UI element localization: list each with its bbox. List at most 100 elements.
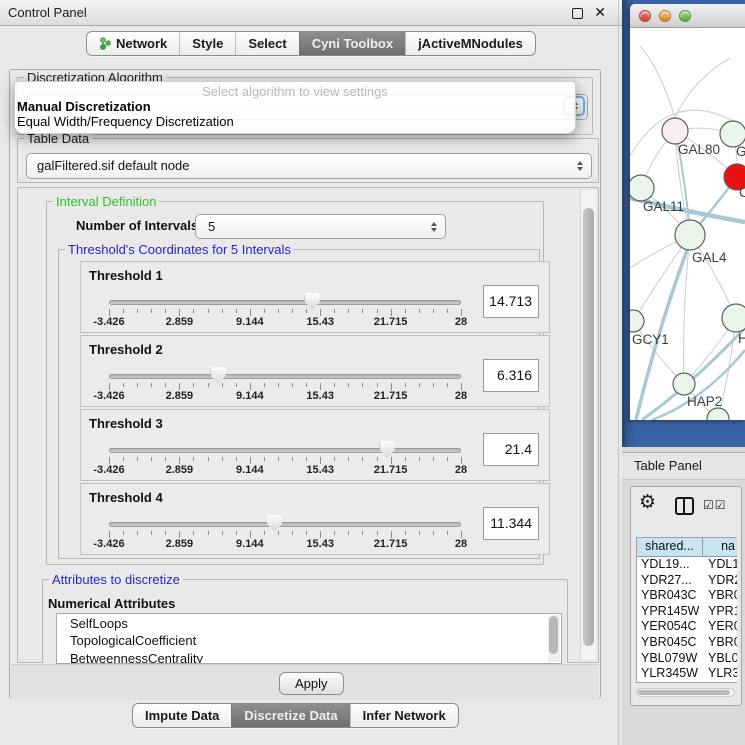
table-row[interactable]: YBR045CYBR0 xyxy=(637,635,737,651)
column-header-1[interactable]: shared... xyxy=(637,538,703,556)
table-row[interactable]: YLR345WYLR3 xyxy=(637,666,737,682)
column-header-2[interactable]: na xyxy=(703,538,737,556)
network-node-gal11[interactable] xyxy=(630,175,654,201)
panel-divider xyxy=(618,0,619,745)
table-cell: YIL0 xyxy=(703,682,737,683)
table-cell: YBL0 xyxy=(703,651,737,667)
list-scrollbar-thumb[interactable] xyxy=(549,616,558,654)
table-cell: YBR0 xyxy=(703,635,737,651)
table-cell: YPR1 xyxy=(703,604,737,620)
network-edge[interactable] xyxy=(675,58,730,118)
network-window[interactable]: GAL80GACGAL11GAL4GCY1HHAP2 xyxy=(630,4,745,420)
network-node[interactable] xyxy=(707,408,729,420)
tab-select[interactable]: Select xyxy=(235,32,298,55)
algorithm-option-0[interactable]: Manual Discretization xyxy=(15,99,575,114)
float-window-icon[interactable] xyxy=(572,8,583,19)
tab-label: Network xyxy=(116,36,167,51)
close-icon[interactable]: ✕ xyxy=(594,5,606,19)
tab-impute-data[interactable]: Impute Data xyxy=(133,704,231,727)
network-node-gal80[interactable] xyxy=(662,118,688,144)
table-row[interactable]: YDL19...YDL1 xyxy=(637,557,737,573)
table-panel: ⚙ ☑☑ shared...naYDL19...YDL1YDR27...YDR2… xyxy=(630,486,742,706)
split-columns-icon[interactable] xyxy=(675,497,694,515)
network-node-label: GAL4 xyxy=(692,250,727,265)
table-header-row: shared...na xyxy=(637,538,737,557)
attribute-list-item[interactable]: TopologicalCoefficient xyxy=(70,632,561,649)
number-of-intervals-combobox[interactable]: 5 xyxy=(195,214,446,239)
table-cell: YDR27... xyxy=(637,573,703,589)
table-cell: YLR345W xyxy=(637,666,703,682)
table-data-group: Table Data galFiltered.sif default node xyxy=(17,138,599,183)
table-data-value: galFiltered.sif default node xyxy=(37,158,189,173)
tab-jactivemnodules[interactable]: jActiveMNodules xyxy=(405,32,535,55)
table-cell: YBR045C xyxy=(637,635,703,651)
attributes-group-title: Attributes to discretize xyxy=(49,572,183,587)
table-cell: YLR3 xyxy=(703,666,737,682)
settings-scroll-group: Interval Definition Number of Intervals … xyxy=(17,187,599,663)
network-node-gal4[interactable] xyxy=(675,220,705,250)
tab-cyni-toolbox[interactable]: Cyni Toolbox xyxy=(299,32,405,55)
tab-label: jActiveMNodules xyxy=(418,36,523,51)
network-node-gcy1[interactable] xyxy=(630,310,644,332)
attribute-list-item[interactable]: BetweennessCentrality xyxy=(70,650,561,664)
panel-title: Control Panel xyxy=(8,5,87,20)
table-row[interactable]: YIL052CYIL0 xyxy=(637,682,737,683)
tab-style[interactable]: Style xyxy=(179,32,235,55)
table-row[interactable]: YBR043CYBR0 xyxy=(637,588,737,604)
minimize-traffic-light-icon[interactable] xyxy=(659,10,671,22)
network-edge[interactable] xyxy=(640,46,675,118)
table-cell: YPR145W xyxy=(637,604,703,620)
network-node-h[interactable] xyxy=(722,304,745,332)
network-node-hap2[interactable] xyxy=(673,373,695,395)
close-traffic-light-icon[interactable] xyxy=(639,10,651,22)
thresholds-group-title: Threshold's Coordinates for 5 Intervals xyxy=(65,242,294,257)
tab-label: Cyni Toolbox xyxy=(312,36,393,51)
table-cell: YBR043C xyxy=(637,588,703,604)
tab-discretize-data[interactable]: Discretize Data xyxy=(231,704,349,727)
algorithm-dropdown-popup: Select algorithm to view settingsManual … xyxy=(14,81,576,134)
vertical-scrollbar-thumb[interactable] xyxy=(583,208,594,646)
table-cell: YDR2 xyxy=(703,573,737,589)
table-data-combobox[interactable]: galFiltered.sif default node xyxy=(26,153,592,179)
network-window-titlebar xyxy=(630,4,745,28)
tab-label: Style xyxy=(192,36,223,51)
numerical-attributes-list[interactable]: SelfLoopsTopologicalCoefficientBetweenne… xyxy=(56,613,562,664)
attribute-list-item[interactable]: SelfLoops xyxy=(70,615,561,632)
horizontal-scrollbar[interactable] xyxy=(636,688,735,697)
network-node-label: C xyxy=(739,185,745,200)
cyni-toolbox-panel: Discretization Algorithm Table Data galF… xyxy=(9,69,601,699)
horizontal-scrollbar-thumb[interactable] xyxy=(638,690,730,695)
tab-network[interactable]: Network xyxy=(87,32,179,55)
table-cell: YER0 xyxy=(703,619,737,635)
app-root: Control Panel ✕ Network Style Select Cyni T… xyxy=(0,0,745,745)
top-tabbar: Network Style Select Cyni Toolbox jActiveMNo… xyxy=(86,31,536,56)
table-cell: YBR0 xyxy=(703,588,737,604)
table-cell: YDL19... xyxy=(637,557,703,573)
table-row[interactable]: YBL079WYBL0 xyxy=(637,651,737,667)
spinner-arrows-icon xyxy=(577,161,583,171)
network-node-label: GAL11 xyxy=(643,199,684,214)
zoom-traffic-light-icon[interactable] xyxy=(679,10,691,22)
vertical-scrollbar[interactable] xyxy=(580,190,596,660)
network-canvas[interactable]: GAL80GACGAL11GAL4GCY1HHAP2 xyxy=(630,28,745,420)
tab-label: Discretize Data xyxy=(244,708,337,723)
table-row[interactable]: YPR145WYPR1 xyxy=(637,604,737,620)
network-node-label: GCY1 xyxy=(632,332,669,347)
table-row[interactable]: YER054CYER0 xyxy=(637,619,737,635)
table-row[interactable]: YDR27...YDR2 xyxy=(637,573,737,589)
table-cell: YER054C xyxy=(637,619,703,635)
tab-label: Impute Data xyxy=(145,708,219,723)
algorithm-option-1[interactable]: Equal Width/Frequency Discretization xyxy=(15,114,575,129)
list-scrollbar[interactable] xyxy=(548,615,560,662)
gear-icon[interactable]: ⚙ xyxy=(639,493,656,513)
apply-button[interactable]: Apply xyxy=(279,672,344,695)
network-edge[interactable] xyxy=(652,350,745,420)
checkbox-icons[interactable]: ☑☑ xyxy=(703,498,727,512)
thresholds-group: Threshold's Coordinates for 5 Intervals xyxy=(58,249,540,559)
network-node-label: HAP2 xyxy=(687,394,722,409)
tab-infer-network[interactable]: Infer Network xyxy=(350,704,458,727)
bottom-tabbar: Impute Data Discretize Data Infer Network xyxy=(132,703,459,728)
node-table[interactable]: shared...naYDL19...YDL1YDR27...YDR2YBR04… xyxy=(636,537,737,683)
control-panel-titlebar: Control Panel ✕ xyxy=(0,0,622,26)
spinner-arrows-icon xyxy=(431,222,437,232)
